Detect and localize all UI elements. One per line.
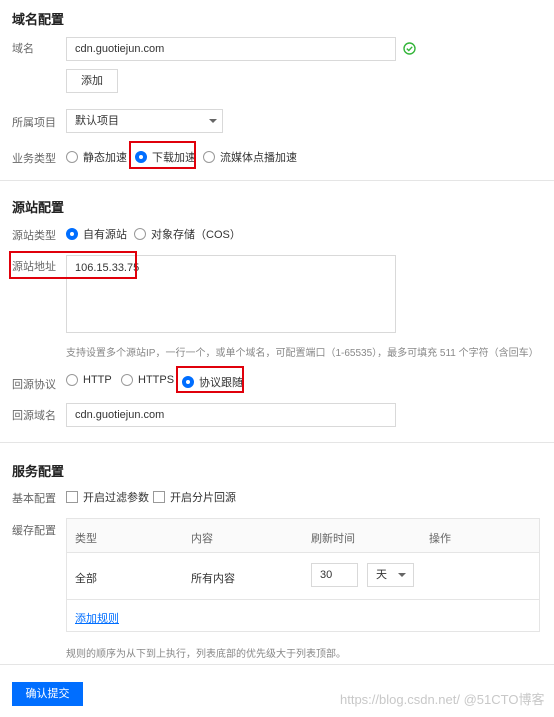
radio-circle-icon <box>66 228 78 240</box>
submit-button[interactable]: 确认提交 <box>12 682 83 706</box>
checkbox-label: 开启过滤参数 <box>83 492 149 504</box>
origin-type-label: 源站类型 <box>12 230 56 242</box>
highlight-box <box>129 141 196 169</box>
chevron-down-icon <box>398 573 406 577</box>
checkbox-label: 开启分片回源 <box>170 492 236 504</box>
radio-http[interactable]: HTTP <box>66 374 112 386</box>
radio-static-accel[interactable]: 静态加速 <box>66 149 127 165</box>
refresh-time-input[interactable]: 30 <box>311 563 358 587</box>
cache-table: 类型 内容 刷新时间 操作 全部 所有内容 30 天 添加规则 <box>66 518 540 632</box>
radio-circle-icon <box>134 228 146 240</box>
divider <box>0 664 554 665</box>
checkbox-icon <box>66 491 78 503</box>
table-header-type: 类型 <box>75 533 97 545</box>
business-type-label: 业务类型 <box>12 153 56 165</box>
cell-type: 全部 <box>75 573 97 585</box>
radio-label: 自有源站 <box>83 229 127 241</box>
add-rule-link[interactable]: 添加规则 <box>75 610 119 626</box>
highlight-box <box>9 251 137 279</box>
radio-circle-icon <box>66 374 78 386</box>
highlight-box <box>176 366 244 393</box>
project-select[interactable]: 默认项目 <box>66 109 223 133</box>
table-header-action: 操作 <box>429 533 451 545</box>
service-section-title: 服务配置 <box>12 464 65 479</box>
table-header <box>67 519 539 553</box>
rule-order-hint: 规则的顺序为从下到上执行，列表底部的优先级大于列表顶部。 <box>66 649 346 660</box>
basic-config-label: 基本配置 <box>12 493 56 505</box>
radio-label: HTTP <box>83 374 112 386</box>
table-header-content: 内容 <box>191 533 213 545</box>
project-select-value: 默认项目 <box>75 115 119 127</box>
radio-label: HTTPS <box>138 374 175 386</box>
origin-section-title: 源站配置 <box>12 200 65 215</box>
radio-label: 流媒体点播加速 <box>220 152 297 164</box>
radio-label: 静态加速 <box>83 152 127 164</box>
checkbox-icon <box>153 491 165 503</box>
time-unit-value: 天 <box>376 569 387 581</box>
checkbox-range-origin[interactable]: 开启分片回源 <box>153 489 236 505</box>
radio-streaming-accel[interactable]: 流媒体点播加速 <box>203 149 297 165</box>
table-header-refresh-time: 刷新时间 <box>311 533 355 545</box>
domain-input[interactable]: cdn.guotiejun.com <box>66 37 396 61</box>
cache-config-label: 缓存配置 <box>12 525 56 537</box>
watermark: https://blog.csdn.net/ @51CTO博客 <box>340 692 545 707</box>
checkbox-filter-params[interactable]: 开启过滤参数 <box>66 489 149 505</box>
origin-domain-input[interactable]: cdn.guotiejun.com <box>66 403 396 427</box>
domain-section-title: 域名配置 <box>12 12 65 27</box>
divider <box>0 180 554 181</box>
radio-circle-icon <box>121 374 133 386</box>
radio-https[interactable]: HTTPS <box>121 374 174 386</box>
origin-domain-label: 回源域名 <box>12 410 56 422</box>
check-circle-icon <box>403 42 416 58</box>
divider <box>0 442 554 443</box>
radio-label: 对象存储（COS） <box>151 229 241 241</box>
radio-cos-origin[interactable]: 对象存储（COS） <box>134 226 241 242</box>
project-label: 所属项目 <box>12 117 56 129</box>
domain-label: 域名 <box>12 43 34 55</box>
cell-content: 所有内容 <box>191 573 235 585</box>
chevron-down-icon <box>209 119 217 123</box>
radio-circle-icon <box>203 151 215 163</box>
radio-circle-icon <box>66 151 78 163</box>
radio-own-origin[interactable]: 自有源站 <box>66 226 127 242</box>
add-domain-button[interactable]: 添加 <box>66 69 118 93</box>
table-row-divider <box>67 599 539 600</box>
origin-address-hint: 支持设置多个源站IP，一行一个，或单个域名，可配置端口（1-65535），最多可… <box>66 348 539 359</box>
time-unit-select[interactable]: 天 <box>367 563 414 587</box>
protocol-label: 回源协议 <box>12 379 56 391</box>
